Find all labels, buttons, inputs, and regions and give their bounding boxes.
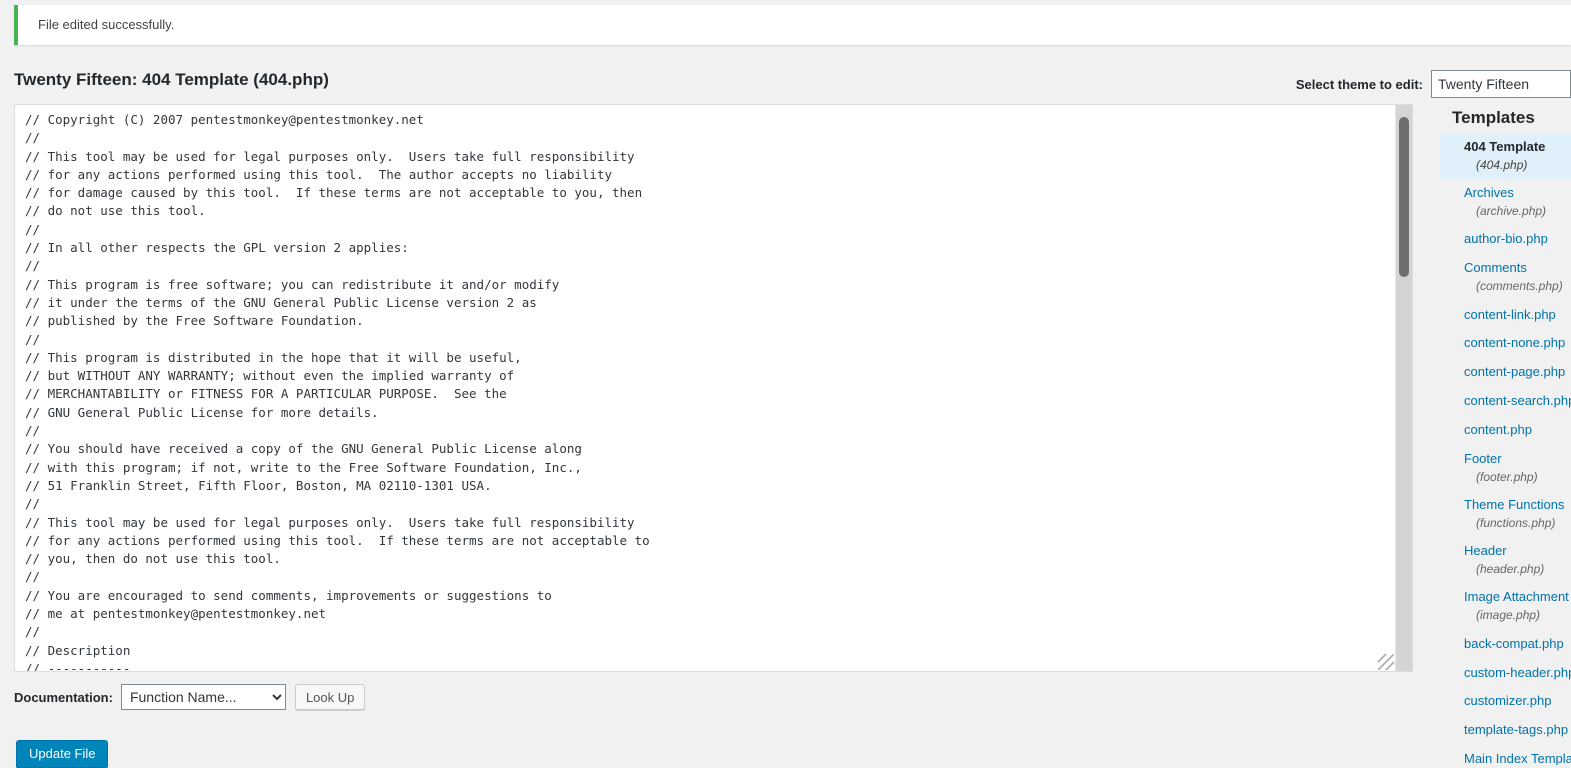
template-list-item[interactable]: 404 Template (404.php): [1440, 133, 1571, 180]
template-link[interactable]: Main Index Template: [1464, 750, 1571, 765]
template-list-item[interactable]: content-link.php: [1440, 301, 1571, 330]
template-list-item[interactable]: custom-header.php: [1440, 659, 1571, 688]
template-link[interactable]: content-link.php: [1464, 306, 1571, 325]
template-filename: (footer.php): [1476, 469, 1538, 484]
template-filename: (404.php): [1476, 157, 1528, 172]
notice-message: File edited successfully.: [38, 17, 175, 33]
template-filename: (archive.php): [1476, 204, 1547, 219]
look-up-button[interactable]: Look Up: [294, 684, 366, 710]
templates-sidebar-title: Templates: [1452, 108, 1535, 127]
template-list-item[interactable]: Main Index Template: [1440, 745, 1571, 765]
template-filename: (comments.php): [1476, 279, 1563, 294]
template-list-item[interactable]: back-compat.php: [1440, 630, 1571, 659]
template-link[interactable]: back-compat.php: [1464, 635, 1571, 654]
template-list-item[interactable]: customizer.php: [1440, 687, 1571, 716]
template-list-item[interactable]: author-bio.php: [1440, 225, 1571, 254]
template-link[interactable]: content-none.php: [1464, 334, 1571, 353]
template-list-item[interactable]: Image Attachment Template(image.php): [1440, 583, 1571, 629]
template-link[interactable]: Image Attachment Template: [1464, 588, 1571, 607]
page-title: Twenty Fifteen: 404 Template (404.php): [14, 70, 329, 89]
template-filename: (image.php): [1476, 608, 1541, 623]
theme-switcher: Select theme to edit: Twenty Fifteen: [1296, 70, 1571, 98]
template-link[interactable]: Footer: [1464, 450, 1571, 469]
template-list: 404 Template (404.php) Archives (archive.ph…: [1440, 133, 1571, 765]
template-link[interactable]: content-page.php: [1464, 363, 1571, 382]
template-list-item[interactable]: Comments (comments.php): [1440, 254, 1571, 300]
template-list-item[interactable]: Footer (footer.php): [1440, 445, 1571, 491]
template-list-item[interactable]: template-tags.php: [1440, 716, 1571, 745]
template-link[interactable]: Theme Functions: [1464, 496, 1571, 515]
update-file-button[interactable]: Update File: [16, 740, 109, 768]
template-link[interactable]: Header: [1464, 542, 1571, 561]
template-list-item[interactable]: content-search.php: [1440, 387, 1571, 416]
template-link[interactable]: 404 Template: [1464, 138, 1571, 157]
resize-grip-icon[interactable]: [1378, 654, 1394, 670]
template-link[interactable]: Comments: [1464, 259, 1571, 278]
template-list-item[interactable]: content.php: [1440, 416, 1571, 445]
template-link[interactable]: custom-header.php: [1464, 664, 1571, 683]
template-link[interactable]: content-search.php: [1464, 392, 1571, 411]
code-editor-panel: // Copyright (C) 2007 pentestmonkey@pent…: [14, 104, 1413, 672]
template-link[interactable]: Archives: [1464, 184, 1571, 203]
success-notice: File edited successfully.: [14, 5, 1571, 45]
documentation-select[interactable]: Function Name...: [120, 684, 286, 710]
template-list-item[interactable]: Theme Functions (functions.php): [1440, 491, 1571, 537]
editor-scrollbar[interactable]: [1395, 105, 1412, 671]
editor-scrollbar-thumb[interactable]: [1399, 117, 1409, 277]
theme-select[interactable]: Twenty Fifteen: [1431, 70, 1571, 98]
documentation-label: Documentation:: [14, 689, 113, 705]
template-list-item[interactable]: content-page.php: [1440, 358, 1571, 387]
template-link[interactable]: template-tags.php: [1464, 721, 1571, 740]
template-link[interactable]: author-bio.php: [1464, 230, 1571, 249]
template-filename: (functions.php): [1476, 515, 1556, 530]
template-filename: (header.php): [1476, 562, 1545, 577]
template-list-item[interactable]: Archives (archive.php): [1440, 179, 1571, 225]
template-list-item[interactable]: Header (header.php): [1440, 537, 1571, 583]
template-list-item[interactable]: content-none.php: [1440, 329, 1571, 358]
documentation-row: Documentation: Function Name... Look Up: [14, 684, 366, 710]
template-link[interactable]: content.php: [1464, 421, 1571, 440]
code-editor-textarea[interactable]: // Copyright (C) 2007 pentestmonkey@pent…: [15, 105, 1412, 671]
template-link[interactable]: customizer.php: [1464, 692, 1571, 711]
theme-select-label: Select theme to edit:: [1295, 76, 1423, 92]
templates-sidebar: Templates 404 Template (404.php) Archives(…: [1440, 104, 1571, 765]
